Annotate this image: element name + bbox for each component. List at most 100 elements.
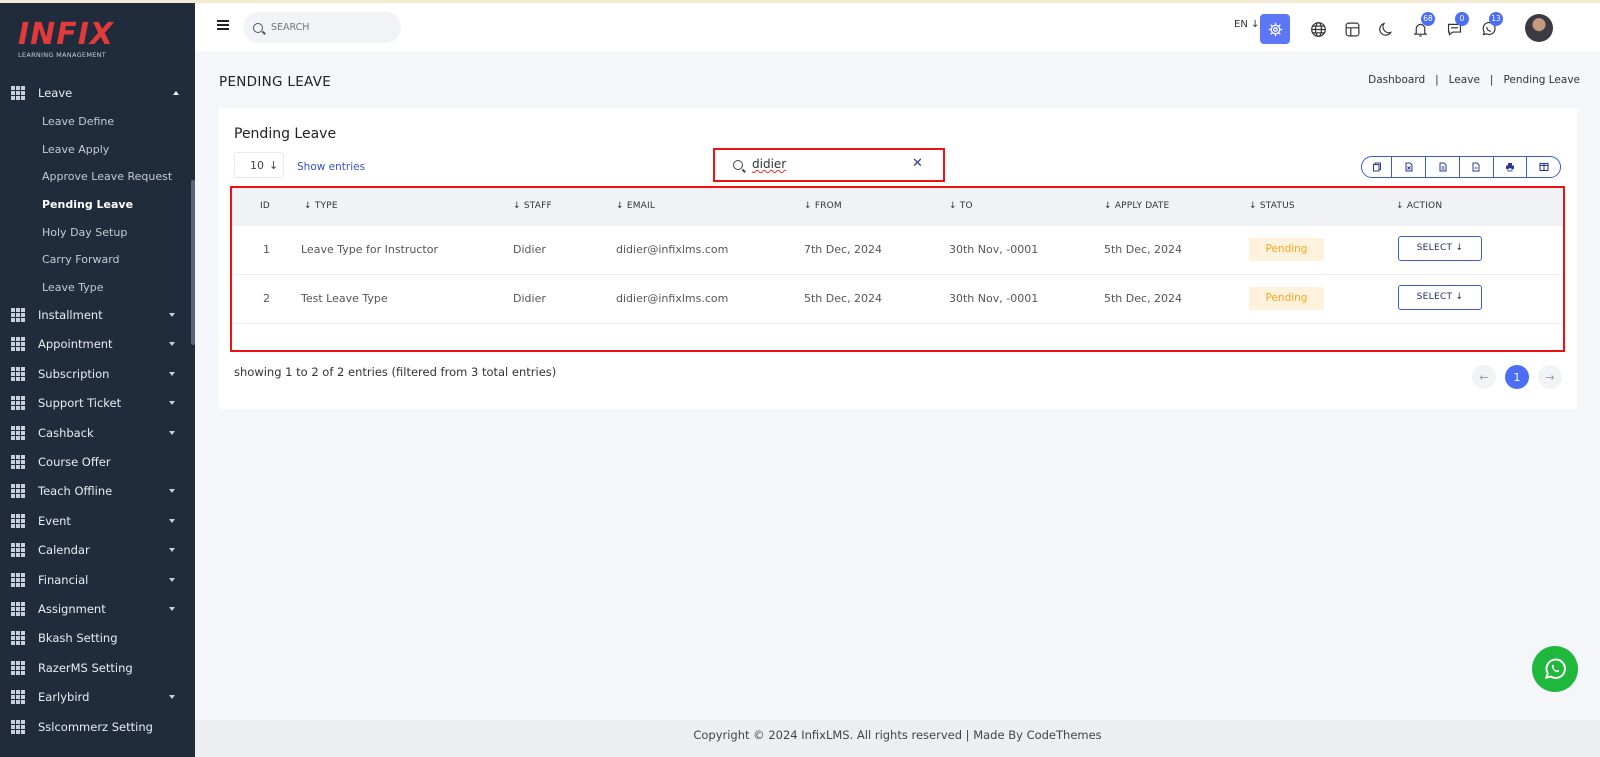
sidebar-item[interactable]: RazerMS Setting xyxy=(0,654,191,682)
breadcrumb-dashboard[interactable]: Dashboard xyxy=(1368,74,1425,86)
sidebar-subitem[interactable]: Leave Type xyxy=(42,278,103,298)
column-header-from[interactable]: ↓ FROM xyxy=(804,201,842,211)
search-input[interactable] xyxy=(271,22,391,33)
excel-file-icon xyxy=(1405,162,1413,172)
cell-from: 5th Dec, 2024 xyxy=(804,292,883,305)
sidebar-subitem[interactable]: Leave Apply xyxy=(42,140,109,160)
language-selector[interactable]: EN ↓ xyxy=(1234,19,1259,30)
columns-button[interactable] xyxy=(1526,157,1560,177)
chat-button[interactable]: 13 xyxy=(1473,12,1503,44)
breadcrumb-leave[interactable]: Leave xyxy=(1449,74,1480,86)
column-header-type[interactable]: ↓ TYPE xyxy=(304,201,338,211)
dark-mode-toggle[interactable] xyxy=(1371,14,1401,44)
sidebar-scrollbar[interactable] xyxy=(191,180,195,345)
logo-tagline: LEARNING MANAGEMENT xyxy=(18,51,107,59)
search-icon xyxy=(733,160,743,170)
column-header-email[interactable]: ↓ EMAIL xyxy=(616,201,655,211)
globe-button[interactable] xyxy=(1303,14,1333,44)
layout-icon xyxy=(1345,22,1359,36)
table-filter-input[interactable]: didier ✕ xyxy=(713,148,945,182)
cell-to: 30th Nov, -0001 xyxy=(949,292,1039,305)
sidebar-item[interactable]: Financial xyxy=(0,566,191,594)
sidebar-item-leave[interactable]: Leave xyxy=(0,79,195,107)
sidebar-item-label: Course Offer xyxy=(38,455,111,469)
page-size-select[interactable]: 10 ↓ xyxy=(234,152,284,178)
column-header-id[interactable]: ID xyxy=(260,201,270,211)
grid-icon xyxy=(11,631,25,646)
column-header-status[interactable]: ↓ STATUS xyxy=(1249,201,1295,211)
clear-filter-icon[interactable]: ✕ xyxy=(912,156,923,171)
sidebar: INFIX LEARNING MANAGEMENT Leave Leave De… xyxy=(0,3,195,757)
cell-id: 2 xyxy=(263,292,270,305)
grid-icon xyxy=(11,455,25,469)
logo[interactable]: INFIX LEARNING MANAGEMENT xyxy=(18,19,128,63)
sidebar-item[interactable]: Installment xyxy=(0,301,191,329)
settings-chip-button[interactable] xyxy=(1260,14,1290,44)
sidebar-subitem[interactable]: Carry Forward xyxy=(42,250,120,270)
sidebar-item-label: Event xyxy=(38,513,71,528)
select-action-button[interactable]: SELECT ↓ xyxy=(1398,285,1482,310)
page-1-button[interactable]: 1 xyxy=(1505,365,1529,389)
pdf-button[interactable] xyxy=(1458,157,1493,177)
sidebar-item[interactable]: Support Ticket xyxy=(0,389,191,417)
caret-down-icon xyxy=(169,695,175,700)
sidebar-item[interactable]: Calendar xyxy=(0,536,191,564)
pdf-file-icon xyxy=(1472,162,1480,172)
cell-to: 30th Nov, -0001 xyxy=(949,243,1039,256)
sidebar-item[interactable]: Sslcommerz Setting xyxy=(0,713,191,741)
hamburger-menu-icon[interactable] xyxy=(217,20,229,30)
sidebar-subitem[interactable]: Approve Leave Request xyxy=(42,167,172,187)
column-header-to[interactable]: ↓ TO xyxy=(949,201,973,211)
select-action-button[interactable]: SELECT ↓ xyxy=(1398,236,1482,261)
sidebar-item[interactable]: Earlybird xyxy=(0,683,191,711)
grid-icon xyxy=(11,366,25,381)
sidebar-item[interactable]: Bkash Setting xyxy=(0,624,191,652)
prev-page-button[interactable]: ← xyxy=(1472,365,1496,389)
caret-down-icon xyxy=(169,313,175,317)
sidebar-item-label: Financial xyxy=(38,572,89,587)
grid-icon xyxy=(11,86,25,100)
print-button[interactable] xyxy=(1492,157,1527,177)
pending-leave-card: Pending Leave 10 ↓ Show entries didier ✕ … xyxy=(219,108,1577,409)
layout-button[interactable] xyxy=(1337,14,1367,44)
caret-down-icon xyxy=(169,577,175,582)
user-avatar[interactable] xyxy=(1525,14,1553,42)
next-page-button[interactable]: → xyxy=(1538,365,1562,389)
messages-button[interactable]: 0 xyxy=(1439,12,1469,44)
global-search[interactable] xyxy=(243,12,401,43)
cell-email: didier@infixlms.com xyxy=(616,292,729,305)
sidebar-item[interactable]: Subscription xyxy=(0,360,191,388)
cell-apply-date: 5th Dec, 2024 xyxy=(1104,292,1183,305)
grid-icon xyxy=(11,484,25,499)
grid-icon xyxy=(11,425,25,440)
language-label: EN xyxy=(1234,19,1248,30)
sidebar-item-label: Cashback xyxy=(38,425,94,440)
whatsapp-chat-button[interactable] xyxy=(1532,646,1578,692)
sidebar-subitem[interactable]: Leave Define xyxy=(42,112,114,132)
top-header: EN ↓ 68 0 13 xyxy=(195,3,1600,51)
sidebar-subitem[interactable]: Holy Day Setup xyxy=(42,223,127,243)
sidebar-item[interactable]: Event xyxy=(0,507,191,535)
column-header-action[interactable]: ↓ ACTION xyxy=(1396,201,1442,211)
sidebar-item-label: Bkash Setting xyxy=(38,631,118,646)
notifications-button[interactable]: 68 xyxy=(1405,12,1435,44)
copy-button[interactable] xyxy=(1362,157,1391,177)
csv-button[interactable] xyxy=(1425,157,1459,177)
sidebar-item[interactable]: Teach Offline xyxy=(0,477,191,505)
grid-icon xyxy=(11,602,25,616)
sidebar-subitem[interactable]: Pending Leave xyxy=(42,195,133,215)
sidebar-item-label: Assignment xyxy=(38,602,106,616)
sidebar-item[interactable]: Cashback xyxy=(0,419,191,447)
status-badge: Pending xyxy=(1249,238,1324,261)
filter-value: didier xyxy=(752,157,787,171)
search-icon xyxy=(253,22,263,33)
excel-button[interactable] xyxy=(1391,157,1425,177)
breadcrumb-separator: | xyxy=(1435,74,1439,86)
column-header-staff[interactable]: ↓ STAFF xyxy=(513,201,552,211)
grid-icon xyxy=(11,308,25,322)
sidebar-item[interactable]: Appointment xyxy=(0,330,191,358)
sidebar-item[interactable]: Assignment xyxy=(0,595,191,623)
page-title: PENDING LEAVE xyxy=(219,74,332,90)
sidebar-item[interactable]: Course Offer xyxy=(0,448,191,476)
column-header-apply-date[interactable]: ↓ APPLY DATE xyxy=(1104,201,1169,211)
